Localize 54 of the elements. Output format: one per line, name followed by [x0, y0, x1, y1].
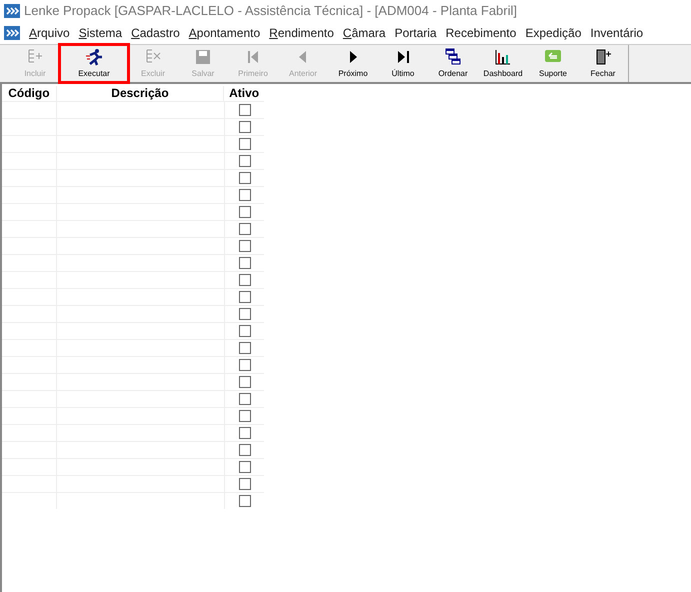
- checkbox[interactable]: [238, 410, 250, 422]
- checkbox[interactable]: [238, 172, 250, 184]
- checkbox[interactable]: [238, 104, 250, 116]
- checkbox[interactable]: [238, 257, 250, 269]
- checkbox[interactable]: [238, 444, 250, 456]
- menu-item[interactable]: Apontamento: [188, 24, 260, 42]
- checkbox[interactable]: [238, 240, 250, 252]
- menu-item[interactable]: Inventário: [590, 24, 644, 42]
- checkbox[interactable]: [238, 393, 250, 405]
- checkbox[interactable]: [238, 121, 250, 133]
- checkbox[interactable]: [238, 427, 250, 439]
- window-title: Lenke Propack [GASPAR-LACLELO - Assistência Técnica] - [ADM004 - Planta Fabril]: [24, 2, 518, 20]
- save-icon: [194, 48, 212, 66]
- toolbar-button[interactable]: Dashboard: [478, 45, 528, 82]
- checkbox[interactable]: [238, 155, 250, 167]
- column-header: Código: [2, 86, 57, 101]
- checkbox[interactable]: [238, 308, 250, 320]
- list-delete-icon: [144, 48, 162, 66]
- menu-item[interactable]: Câmara: [342, 24, 386, 42]
- column-header: Descrição: [56, 86, 224, 101]
- menu-item[interactable]: Sistema: [78, 24, 122, 42]
- menu-item[interactable]: Expedição: [525, 24, 582, 42]
- door-exit-icon: [594, 48, 612, 66]
- checkbox[interactable]: [238, 495, 250, 507]
- checkbox[interactable]: [238, 325, 250, 337]
- running-man-icon: [85, 48, 103, 66]
- checkbox[interactable]: [238, 206, 250, 218]
- toolbar-button[interactable]: Próximo: [328, 45, 378, 82]
- list-add-icon: [26, 48, 44, 66]
- checkbox[interactable]: [238, 478, 250, 490]
- menu-item[interactable]: Recebimento: [446, 24, 516, 42]
- toolbar-button[interactable]: Suporte: [528, 45, 578, 82]
- checkbox[interactable]: [238, 342, 250, 354]
- menu-item[interactable]: Arquivo: [29, 24, 70, 42]
- checkbox[interactable]: [238, 138, 250, 150]
- checkbox[interactable]: [238, 223, 250, 235]
- app-logo-icon: [4, 4, 20, 18]
- checkbox[interactable]: [238, 359, 250, 371]
- checkbox[interactable]: [238, 274, 250, 286]
- checkbox[interactable]: [238, 291, 250, 303]
- menu-item[interactable]: Cadastro: [131, 24, 180, 42]
- bar-chart-icon: [494, 48, 512, 66]
- menu-item[interactable]: Rendimento: [269, 24, 334, 42]
- toolbar-button[interactable]: Executar: [60, 45, 128, 82]
- column-header: Ativo: [228, 86, 260, 101]
- windows-stack-icon: [444, 48, 462, 66]
- toolbar-button[interactable]: Último: [378, 45, 428, 82]
- toolbar-button[interactable]: Fechar: [578, 45, 628, 82]
- app-logo-icon: [4, 26, 20, 40]
- menu-item[interactable]: Portaria: [394, 24, 437, 42]
- toolbar-button[interactable]: Ordenar: [428, 45, 478, 82]
- checkbox[interactable]: [238, 376, 250, 388]
- checkbox[interactable]: [238, 189, 250, 201]
- checkbox[interactable]: [238, 461, 250, 473]
